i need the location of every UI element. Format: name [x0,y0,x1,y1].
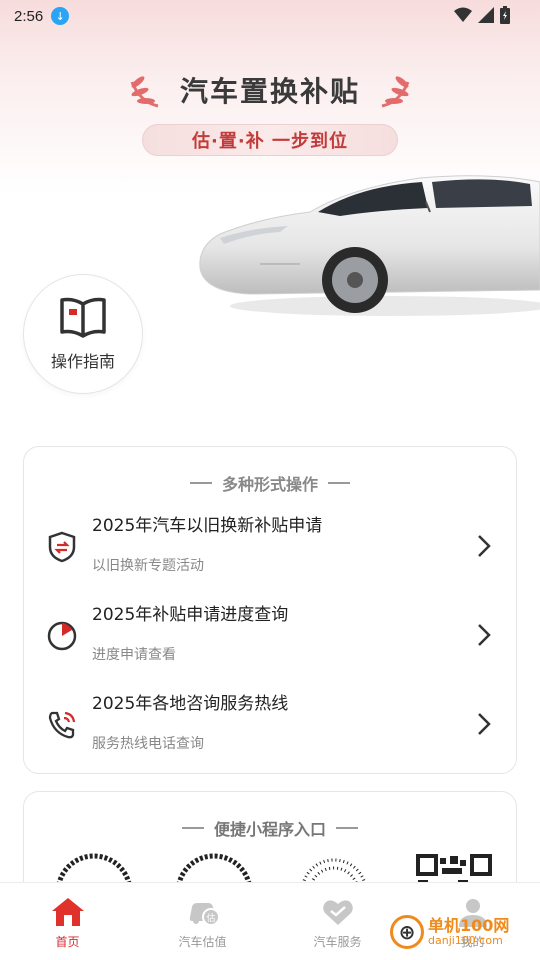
list-item-service-hotline[interactable]: 2025年各地咨询服务热线 服务热线电话查询 [24,687,516,767]
operation-guide-label: 操作指南 [50,352,115,371]
list-item-subsidy-apply[interactable]: 2025年汽车以旧换新补贴申请 以旧换新专题活动 [24,509,516,589]
watermark: ⊕ 单机100网 danji100.com [390,915,509,949]
list-item-progress-query[interactable]: 2025年补贴申请进度查询 进度申请查看 [24,598,516,678]
section-heading: 便捷小程序入口 [24,816,516,840]
mini-program-heading: 便捷小程序入口 [213,820,326,839]
signal-icon [478,7,494,23]
list-item-title: 2025年汽车以旧换新补贴申请 [92,516,323,536]
list-item-title: 2025年补贴申请进度查询 [92,605,289,625]
operations-heading: 多种形式操作 [221,475,318,494]
section-heading: 多种形式操作 [24,471,516,495]
list-item-subtitle: 以旧换新专题活动 [92,558,204,574]
battery-icon [500,6,510,24]
shield-exchange-icon [48,531,76,563]
laurel-left-icon [130,76,159,108]
watermark-logo: ⊕ [390,915,424,949]
watermark-text: 单机100网 danji100.com [428,915,510,947]
tab-home[interactable]: 首页 [0,883,135,960]
home-icon [51,898,84,926]
laurel-right-icon [381,76,410,108]
chevron-right-icon [478,535,491,557]
tab-label: 汽车服务 [313,935,362,949]
tab-car-valuation[interactable]: 估 汽车估值 [135,883,270,960]
progress-clock-icon [47,621,77,651]
svg-text:估: 估 [206,912,215,924]
tab-label: 首页 [55,935,80,949]
hero-title-row: 汽车置换补贴 [0,70,540,110]
operations-card: 多种形式操作 2025年汽车以旧换新补贴申请 以旧换新专题活动 2025年补贴申… [23,446,517,774]
chevron-right-icon [478,713,491,735]
divider [181,827,204,829]
hero-subtitle: 估·置·补 一步到位 [142,124,398,156]
status-time: 2:56 [14,7,44,25]
divider [336,827,358,829]
car-illustration [199,175,540,316]
book-icon [60,297,106,338]
status-bar: 2:56 ↓ [0,0,540,32]
page-title: 汽车置换补贴 [179,75,360,108]
wifi-icon [454,7,472,22]
handshake-icon [322,900,353,925]
list-item-title: 2025年各地咨询服务热线 [92,694,289,714]
tab-label: 汽车估值 [178,935,227,949]
list-item-subtitle: 服务热线电话查询 [92,736,204,752]
divider [328,482,350,484]
operation-guide-button[interactable]: 操作指南 [23,274,143,394]
watermark-brand: 单机100网 [428,915,510,935]
watermark-url: danji100.com [428,933,503,947]
list-item-subtitle: 进度申请查看 [92,647,176,663]
car-valuation-icon: 估 [189,903,220,926]
divider [189,482,212,484]
download-icon: ↓ [51,7,70,25]
chevron-right-icon [478,624,491,646]
status-icons [454,6,510,24]
phone-call-icon [48,711,76,739]
tab-car-service[interactable]: 汽车服务 [270,883,405,960]
